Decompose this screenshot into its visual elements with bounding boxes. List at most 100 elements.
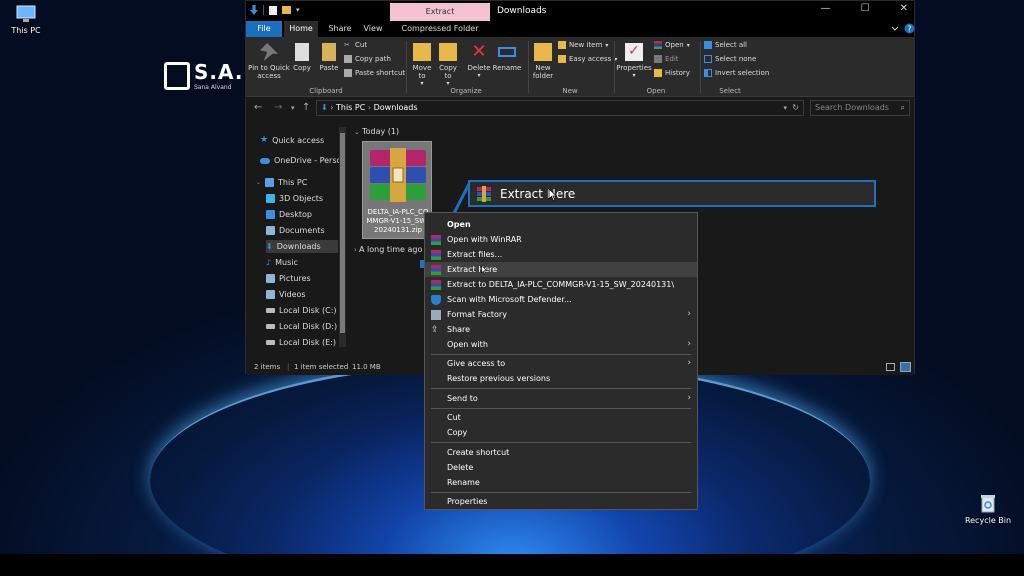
scrollbar-thumb[interactable] [340,133,345,333]
nav-item-label: OneDrive - Person [274,156,347,165]
menu-item-properties[interactable]: Properties [425,494,697,509]
details-view-icon[interactable] [886,363,895,371]
up-arrow-icon[interactable]: ↑ [302,102,310,113]
history-label: History [665,69,690,77]
address-bar[interactable]: ⬇ › This PC › Downloads ▾ ↻ [316,100,804,116]
back-arrow-icon[interactable]: ← [254,102,262,113]
maximize-button[interactable]: ☐ [861,3,870,14]
pin-to-quick-access-button[interactable]: Pin to Quick access [248,43,290,80]
menu-item-open-with[interactable]: Open with › [425,337,697,352]
music-note-icon: ♪ [266,258,272,267]
open-label: Open [665,41,684,49]
copy-button[interactable]: Copy [290,43,314,72]
move-to-button[interactable]: Move to ▾ [410,43,434,88]
tab-compressed-folder-tools[interactable]: Compressed Folder Tools [392,21,488,49]
refresh-icon[interactable]: ↻ [792,101,799,115]
dropdown-arrow-icon: ▾ [605,41,609,49]
new-folder-button[interactable]: New folder [530,43,556,80]
copy-path-button[interactable]: Copy path [344,55,391,63]
select-all-button[interactable]: Select all [704,41,747,49]
tab-file[interactable]: File [246,21,282,37]
tab-home[interactable]: Home [284,21,318,37]
this-pc-icon [16,5,36,22]
menu-item-send-to[interactable]: Send to › [425,391,697,406]
rename-button[interactable]: Rename [492,43,522,72]
menu-item-share[interactable]: ⇪ Share [425,322,697,337]
tab-view[interactable]: View [360,21,386,37]
desktop-icon-this-pc[interactable]: This PC [6,4,46,35]
menu-item-extract-files[interactable]: Extract files... [425,247,697,262]
menu-separator [431,408,691,409]
address-dropdown-icon[interactable]: ▾ [783,101,787,115]
ribbon-collapse-chevron-icon[interactable] [890,24,900,34]
breadcrumb-downloads[interactable]: Downloads [374,103,418,112]
cut-button[interactable]: ✂ Cut [344,41,367,49]
nav-item-this-pc[interactable]: ⌄ This PC [256,178,307,187]
nav-item-downloads[interactable]: ⬇ Downloads [266,240,338,253]
nav-item-desktop[interactable]: Desktop [266,210,312,219]
nav-item-documents[interactable]: Documents [266,226,325,235]
search-input[interactable]: Search Downloads ⌕ [810,100,910,116]
menu-item-extract-here[interactable]: Extract Here [425,262,697,277]
help-icon[interactable]: ? [904,23,915,34]
minimize-button[interactable]: — [821,3,831,14]
easy-access-button[interactable]: Easy access ▾ [558,55,617,63]
menu-item-extract-to-folder[interactable]: Extract to DELTA_IA-PLC_COMMGR-V1-15_SW_… [425,277,697,292]
edit-button[interactable]: Edit [654,55,679,63]
group-header-today[interactable]: ⌄ Today (1) [354,127,399,136]
search-icon: ⌕ [900,103,905,112]
forward-arrow-icon[interactable]: → [274,102,282,113]
menu-item-copy[interactable]: Copy [425,425,697,440]
group-header-label: Today (1) [362,127,400,136]
delete-button[interactable]: ✕ Delete ▾ [466,43,492,80]
nav-item-videos[interactable]: Videos [266,290,306,299]
menu-item-open-with-winrar[interactable]: Open with WinRAR [425,232,697,247]
nav-item-label: Quick access [272,135,325,145]
menu-item-delete[interactable]: Delete [425,460,697,475]
nav-item-local-disk-c[interactable]: Local Disk (C:) [266,306,337,315]
large-icons-view-icon[interactable] [900,362,911,372]
tab-share[interactable]: Share [322,21,358,37]
edit-pencil-icon [654,55,662,63]
nav-item-3d-objects[interactable]: 3D Objects [266,194,323,203]
search-placeholder: Search Downloads [815,103,889,112]
customize-dropdown-icon[interactable]: ▾ [296,6,300,14]
select-none-button[interactable]: Select none [704,55,756,63]
properties-button[interactable]: ✓ Properties ▾ [616,43,652,80]
nav-item-quick-access[interactable]: ★ Quick access [260,135,324,145]
menu-item-open[interactable]: Open [425,217,697,232]
download-arrow-icon[interactable] [250,5,258,15]
recent-locations-chevron-icon[interactable]: ▾ [291,104,295,112]
copy-to-button[interactable]: Copy to ▾ [436,43,460,88]
menu-item-format-factory[interactable]: Format Factory › [425,307,697,322]
expand-chevron-icon[interactable]: ⌄ [256,179,261,186]
invert-selection-button[interactable]: Invert selection [704,69,769,77]
sana-alvand-logo: S.A. Sana Alvand [164,60,244,94]
close-button[interactable]: ✕ [900,3,908,14]
nav-item-local-disk-d[interactable]: Local Disk (D:) [266,322,337,331]
group-header-older[interactable]: › A long time ago [354,245,422,254]
menu-item-rename[interactable]: Rename [425,475,697,490]
menu-item-give-access-to[interactable]: Give access to › [425,356,697,371]
easy-access-icon [558,55,566,63]
menu-item-cut[interactable]: Cut [425,410,697,425]
paste-button[interactable]: Paste [316,43,342,72]
menu-item-create-shortcut[interactable]: Create shortcut [425,445,697,460]
properties-check-icon[interactable] [269,5,277,15]
desktop-icon-recycle-bin[interactable]: Recycle Bin [964,494,1012,525]
menu-item-scan-defender[interactable]: Scan with Microsoft Defender... [425,292,697,307]
new-folder-icon[interactable] [282,6,291,14]
paste-shortcut-button[interactable]: Paste shortcut [344,69,405,77]
contextual-tab-extract[interactable]: Extract [390,3,490,21]
history-button[interactable]: History [654,69,690,77]
dropdown-arrow-icon: ▾ [632,72,636,79]
breadcrumb-this-pc[interactable]: This PC [336,103,365,112]
nav-item-pictures[interactable]: Pictures [266,274,311,283]
open-button[interactable]: Open ▾ [654,41,690,49]
nav-item-local-disk-e[interactable]: Local Disk (E:) [266,338,336,347]
nav-item-music[interactable]: ♪ Music [266,258,298,267]
new-item-button[interactable]: New item ▾ [558,41,608,49]
navpane-scrollbar[interactable] [339,127,346,347]
menu-item-restore-previous-versions[interactable]: Restore previous versions [425,371,697,386]
nav-item-onedrive[interactable]: OneDrive - Person [260,156,346,165]
